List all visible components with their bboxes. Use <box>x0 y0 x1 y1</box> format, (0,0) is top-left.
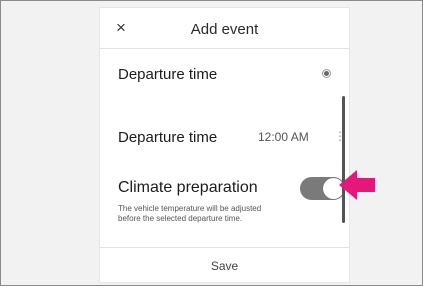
pointer-arrow-icon <box>339 170 375 200</box>
climate-preparation-label: Climate preparation <box>118 179 258 196</box>
climate-preparation-description: The vehicle temperature will be adjusted… <box>118 204 262 223</box>
save-button[interactable]: Save <box>100 248 349 283</box>
more-vertical-icon[interactable]: ⋮ <box>334 129 346 143</box>
dialog-footer: Save <box>100 247 349 283</box>
add-event-dialog: Add event × Departure time Departure tim… <box>99 7 350 283</box>
dialog-title: Add event <box>190 21 259 38</box>
scrollbar[interactable] <box>342 96 345 223</box>
departure-time-option-label: Departure time <box>118 66 218 83</box>
close-icon[interactable]: × <box>111 18 131 38</box>
screenshot-frame: Add event × Departure time Departure tim… <box>0 0 423 286</box>
departure-time-option-row[interactable]: Departure time <box>100 49 349 99</box>
departure-time-row[interactable]: Departure time <box>100 109 349 159</box>
dialog-content: Departure time Departure time 12:00 AM ⋮… <box>100 49 349 246</box>
radio-selected-icon[interactable] <box>322 69 331 78</box>
departure-time-value[interactable]: 12:00 AM <box>258 130 309 144</box>
dialog-header: Add event × <box>100 8 349 49</box>
departure-time-label: Departure time <box>118 129 218 146</box>
